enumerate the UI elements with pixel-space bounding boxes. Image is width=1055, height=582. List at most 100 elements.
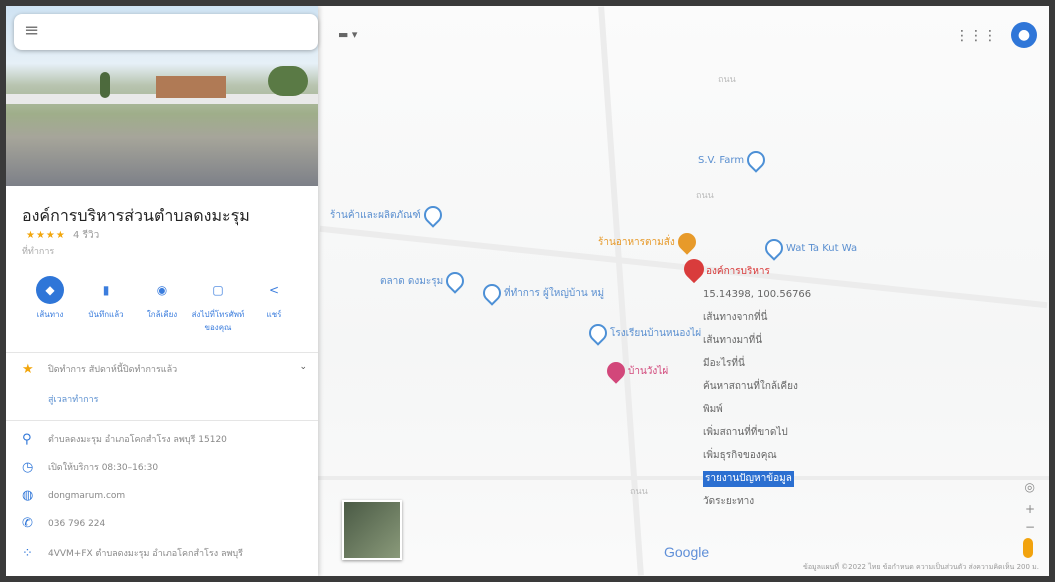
my-location-icon[interactable]: ◎ xyxy=(1025,480,1035,494)
zoom-out-button[interactable]: − xyxy=(1025,520,1035,534)
share-button[interactable]: < แชร์ xyxy=(246,276,302,321)
apps-grid-icon[interactable]: ⋮⋮⋮ xyxy=(955,28,997,44)
pin-icon xyxy=(479,280,505,306)
phone-icon: ▢ xyxy=(212,283,224,297)
review-count-link[interactable]: 4 รีวิว xyxy=(73,230,99,241)
poi-sv-farm[interactable]: S.V. Farm xyxy=(698,147,769,173)
context-coordinates[interactable]: 15.14398, 100.56766 xyxy=(703,283,853,306)
hours-summary-text: ปิดทำการ สัปดาห์นี้ปิดทำการแล้ว xyxy=(48,365,178,375)
pin-icon xyxy=(442,268,468,294)
plus-code-icon: ⁘ xyxy=(22,546,33,561)
place-title: องค์การบริหารส่วนตำบลดงมะรุม xyxy=(22,206,250,225)
poi-village-office[interactable]: ที่ทำการ ผู้ใหญ่บ้าน หมู่ xyxy=(479,280,604,306)
map-mode-toggle[interactable]: ▬ ▾ xyxy=(338,28,357,41)
suggest-edit-row[interactable]: สู่เวลาทำการ xyxy=(22,392,307,406)
pin-icon xyxy=(585,320,611,346)
poi-ban-wang-phai[interactable]: บ้านวังไผ่ xyxy=(603,358,668,384)
send-to-phone-label: ส่งไปที่โทรศัพท์ของคุณ xyxy=(191,310,245,332)
phone-text: 036 796 224 xyxy=(48,519,106,529)
poi-label: S.V. Farm xyxy=(698,155,745,166)
address-text: ตำบลดงมะรุม อำเภอโคกสำโรง ลพบุรี 15120 xyxy=(48,435,227,445)
map-footer: ข้อมูลแผนที่ ©2022 ไทย ข้อกำหนด ความเป็น… xyxy=(803,563,1039,571)
google-logo: Google xyxy=(664,544,710,560)
search-box: ≡ xyxy=(14,14,318,50)
directions-button[interactable]: ◆ เส้นทาง xyxy=(22,276,78,321)
context-report-data-problem[interactable]: รายงานปัญหาข้อมูล xyxy=(703,467,853,490)
poi-label: ร้านอาหารตามสั่ง xyxy=(598,237,675,248)
map-label: ถนน xyxy=(696,191,714,201)
poi-market[interactable]: ตลาด ดงมะรุม xyxy=(380,268,468,294)
poi-label: โรงเรียนบ้านหนองไผ่ xyxy=(610,328,702,339)
suggest-edit-link[interactable]: สู่เวลาทำการ xyxy=(48,395,99,405)
poi-restaurant[interactable]: ร้านอาหารตามสั่ง xyxy=(598,229,700,255)
bookmark-icon: ▮ xyxy=(102,283,110,297)
account-avatar[interactable]: ● xyxy=(1011,22,1037,48)
menu-icon[interactable]: ≡ xyxy=(24,20,39,41)
send-to-phone-button[interactable]: ▢ ส่งไปที่โทรศัพท์ของคุณ xyxy=(190,276,246,334)
restaurant-pin-icon xyxy=(673,229,700,255)
website-row[interactable]: ◍ dongmarum.com xyxy=(22,488,307,503)
website-link[interactable]: dongmarum.com xyxy=(48,491,125,501)
phone-icon: ✆ xyxy=(22,516,33,531)
share-icon: < xyxy=(268,283,280,297)
context-print[interactable]: พิมพ์ xyxy=(703,398,853,421)
context-measure-distance[interactable]: วัดระยะทาง xyxy=(703,490,853,513)
context-whats-here[interactable]: มีอะไรที่นี่ xyxy=(703,352,853,375)
divider xyxy=(6,352,318,353)
layers-toggle[interactable] xyxy=(342,500,402,560)
context-add-business[interactable]: เพิ่มธุรกิจของคุณ xyxy=(703,444,853,467)
place-rating: ★★★★ 4 รีวิว xyxy=(22,228,99,243)
pin-icon xyxy=(420,202,446,228)
plus-code-text: 4VVM+FX ตำบลดงมะรุม อำเภอโคกสำโรง ลพบุรี xyxy=(48,549,243,559)
zoom-in-button[interactable]: + xyxy=(1025,502,1035,516)
maps-window: ▬ ▾ ⋮⋮⋮ ● ถนน ถนน ถนน S.V. Farm ร้านค้าแ… xyxy=(6,6,1049,576)
pin-icon xyxy=(761,235,787,261)
save-button[interactable]: ▮ บันทึกแล้ว xyxy=(78,276,134,321)
nearby-icon: ◉ xyxy=(156,283,168,297)
hours-text: เปิดให้บริการ 08:30–16:30 xyxy=(48,463,159,473)
place-category[interactable]: ที่ทำการ xyxy=(22,244,54,258)
context-directions-to[interactable]: เส้นทางมาที่นี่ xyxy=(703,329,853,352)
divider xyxy=(6,420,318,421)
address-row[interactable]: ⚲ ตำบลดงมะรุม อำเภอโคกสำโรง ลพบุรี 15120 xyxy=(22,432,307,447)
chevron-down-icon[interactable]: ⌄ xyxy=(299,362,307,372)
building xyxy=(156,76,226,98)
directions-icon: ◆ xyxy=(36,276,64,304)
map-canvas[interactable]: ▬ ▾ ⋮⋮⋮ ● ถนน ถนน ถนน S.V. Farm ร้านค้าแ… xyxy=(318,6,1049,576)
plus-code-row[interactable]: ⁘ 4VVM+FX ตำบลดงมะรุม อำเภอโคกสำโรง ลพบุร… xyxy=(22,546,307,561)
directions-label: เส้นทาง xyxy=(36,310,64,319)
action-buttons: ◆ เส้นทาง ▮ บันทึกแล้ว ◉ ใกล้เคียง ▢ ส่งไปที… xyxy=(22,276,302,346)
location-pin-icon: ⚲ xyxy=(22,432,32,447)
context-add-missing-place[interactable]: เพิ่มสถานที่ที่ขาดไป xyxy=(703,421,853,444)
poi-school[interactable]: โรงเรียนบ้านหนองไผ่ xyxy=(585,320,702,346)
context-menu: 15.14398, 100.56766 เส้นทางจากที่นี่ เส้… xyxy=(703,283,853,513)
poi-label: Wat Ta Kut Wa xyxy=(786,243,858,254)
share-label: แชร์ xyxy=(266,310,282,319)
poi-label: ร้านค้าและผลิตภัณฑ์ xyxy=(330,210,421,221)
map-road xyxy=(318,476,1049,480)
globe-icon: ◍ xyxy=(22,488,34,503)
pin-icon xyxy=(743,147,769,173)
clock-icon: ◷ xyxy=(22,460,34,475)
pegman-icon[interactable] xyxy=(1023,538,1033,558)
poi-label: ตลาด ดงมะรุม xyxy=(380,276,444,287)
context-directions-from[interactable]: เส้นทางจากที่นี่ xyxy=(703,306,853,329)
phone-row[interactable]: ✆ 036 796 224 xyxy=(22,516,307,531)
rating-stars: ★★★★ xyxy=(26,230,66,241)
poi-wat[interactable]: Wat Ta Kut Wa xyxy=(761,235,858,261)
nearby-button[interactable]: ◉ ใกล้เคียง xyxy=(134,276,190,321)
map-label: ถนน xyxy=(718,75,736,85)
tree xyxy=(268,66,308,96)
search-input[interactable] xyxy=(52,20,306,44)
map-label: ถนน xyxy=(630,487,648,497)
context-report-label: รายงานปัญหาข้อมูล xyxy=(703,471,794,487)
hours-summary-row[interactable]: ★ ปิดทำการ สัปดาห์นี้ปิดทำการแล้ว ⌄ xyxy=(22,362,307,377)
poi-shop[interactable]: ร้านค้าและผลิตภัณฑ์ xyxy=(330,202,446,228)
palm-tree xyxy=(100,72,110,98)
context-search-nearby[interactable]: ค้นหาสถานที่ใกล้เคียง xyxy=(703,375,853,398)
pin-icon xyxy=(603,358,629,384)
selected-place-pin-icon[interactable] xyxy=(679,254,709,284)
hours-row[interactable]: ◷ เปิดให้บริการ 08:30–16:30 xyxy=(22,460,307,475)
star-icon: ★ xyxy=(22,362,34,377)
save-label: บันทึกแล้ว xyxy=(88,310,124,319)
